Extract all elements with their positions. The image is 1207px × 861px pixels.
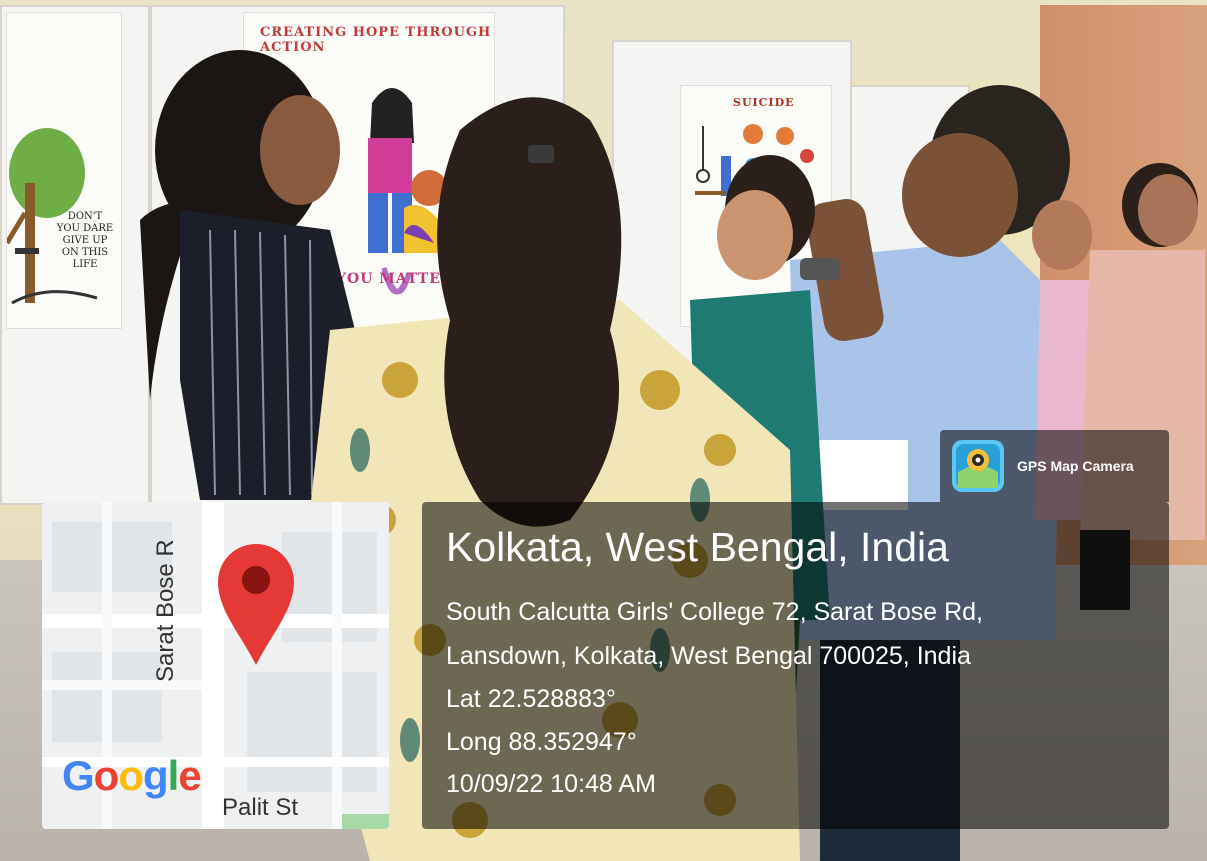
longitude: Long 88.352947° <box>446 728 637 756</box>
map-road <box>332 502 342 829</box>
location-info-panel: Kolkata, West Bengal, India South Calcut… <box>422 502 1169 829</box>
google-logo-letter: o <box>93 752 120 799</box>
location-title: Kolkata, West Bengal, India <box>446 524 949 570</box>
address-line-1: South Calcutta Girls' College 72, Sarat … <box>446 598 983 626</box>
map-road-label-palit-st: Palit St <box>222 794 299 821</box>
google-logo: Google <box>62 752 202 800</box>
gps-map-camera-icon <box>950 438 1006 494</box>
map-pin-icon <box>216 540 296 670</box>
google-logo-letter: l <box>167 752 180 799</box>
map-road-label-sarat-bose: Sarat Bose R <box>152 539 179 682</box>
map-block <box>247 672 377 792</box>
google-logo-letter: g <box>142 752 169 799</box>
latitude: Lat 22.528883° <box>446 685 616 713</box>
google-logo-letter: e <box>178 752 201 799</box>
address-line-2: Lansdown, Kolkata, West Bengal 700025, I… <box>446 642 971 670</box>
map-thumbnail: Sarat Bose R Palit St Google <box>42 502 389 829</box>
gps-map-camera-label: GPS Map Camera <box>1017 458 1134 474</box>
map-park <box>342 814 389 829</box>
datetime-stamp: 10/09/22 10:48 AM <box>446 770 656 798</box>
google-logo-letter: G <box>62 752 95 799</box>
gps-map-camera-badge: GPS Map Camera <box>940 430 1169 502</box>
google-logo-letter: o <box>118 752 144 799</box>
